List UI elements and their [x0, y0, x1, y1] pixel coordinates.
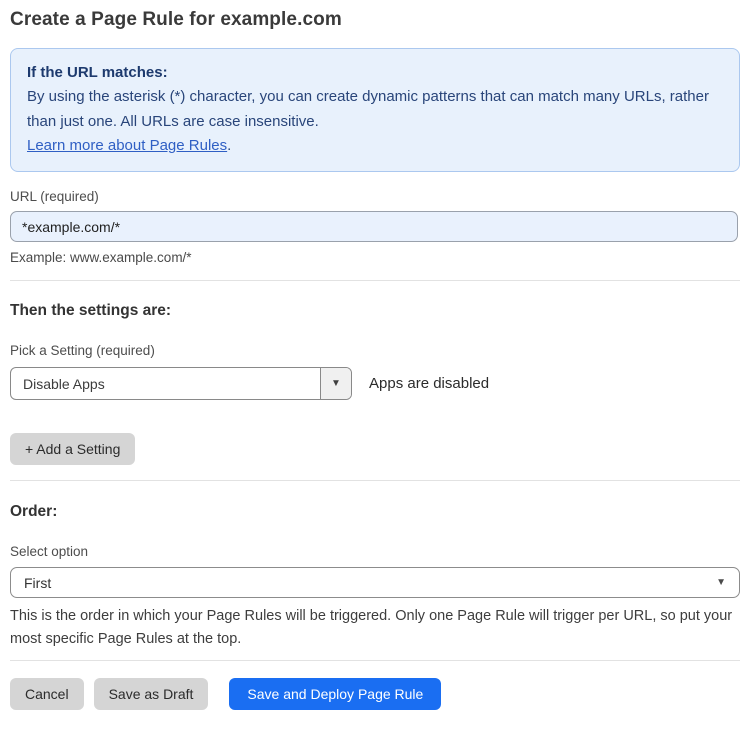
setting-dropdown[interactable]: Disable Apps ▼: [10, 367, 352, 401]
learn-more-link[interactable]: Learn more about Page Rules: [27, 137, 227, 154]
page-title: Create a Page Rule for example.com: [10, 9, 342, 30]
save-draft-button[interactable]: Save as Draft: [93, 678, 209, 710]
setting-status-text: Apps are disabled: [369, 375, 490, 393]
order-select[interactable]: First ▼: [10, 567, 740, 599]
save-deploy-button[interactable]: Save and Deploy Page Rule: [229, 678, 442, 710]
url-field-label: URL (required): [10, 189, 99, 205]
setting-picker-label: Pick a Setting (required): [10, 343, 155, 359]
order-section-heading: Order:: [10, 503, 58, 521]
settings-section-heading: Then the settings are:: [10, 302, 172, 320]
section-divider: [10, 480, 740, 482]
setting-dropdown-caret-button[interactable]: ▼: [320, 368, 351, 400]
setting-row: Disable Apps ▼ Apps are disabled: [10, 367, 740, 401]
order-help-text: This is the order in which your Page Rul…: [10, 608, 733, 648]
footer-actions: Cancel Save as Draft Save and Deploy Pag…: [10, 678, 740, 710]
setting-dropdown-value: Disable Apps: [23, 375, 105, 392]
url-input[interactable]: [10, 211, 738, 243]
info-box-link-line: Learn more about Page Rules.: [27, 134, 723, 158]
url-match-info-box: If the URL matches: By using the asteris…: [10, 48, 740, 173]
info-box-heading: If the URL matches:: [27, 64, 168, 81]
section-divider: [10, 280, 740, 282]
link-period: .: [227, 136, 232, 154]
caret-down-icon: ▼: [331, 378, 341, 390]
add-setting-button[interactable]: + Add a Setting: [10, 433, 136, 466]
footer-divider: [10, 660, 740, 661]
url-example-text: Example: www.example.com/*: [10, 250, 192, 266]
order-select-value: First: [24, 574, 52, 591]
cancel-button[interactable]: Cancel: [10, 678, 84, 710]
caret-down-icon: ▼: [716, 577, 726, 589]
order-select-label: Select option: [10, 544, 89, 560]
info-box-body: By using the asterisk (*) character, you…: [27, 88, 709, 130]
